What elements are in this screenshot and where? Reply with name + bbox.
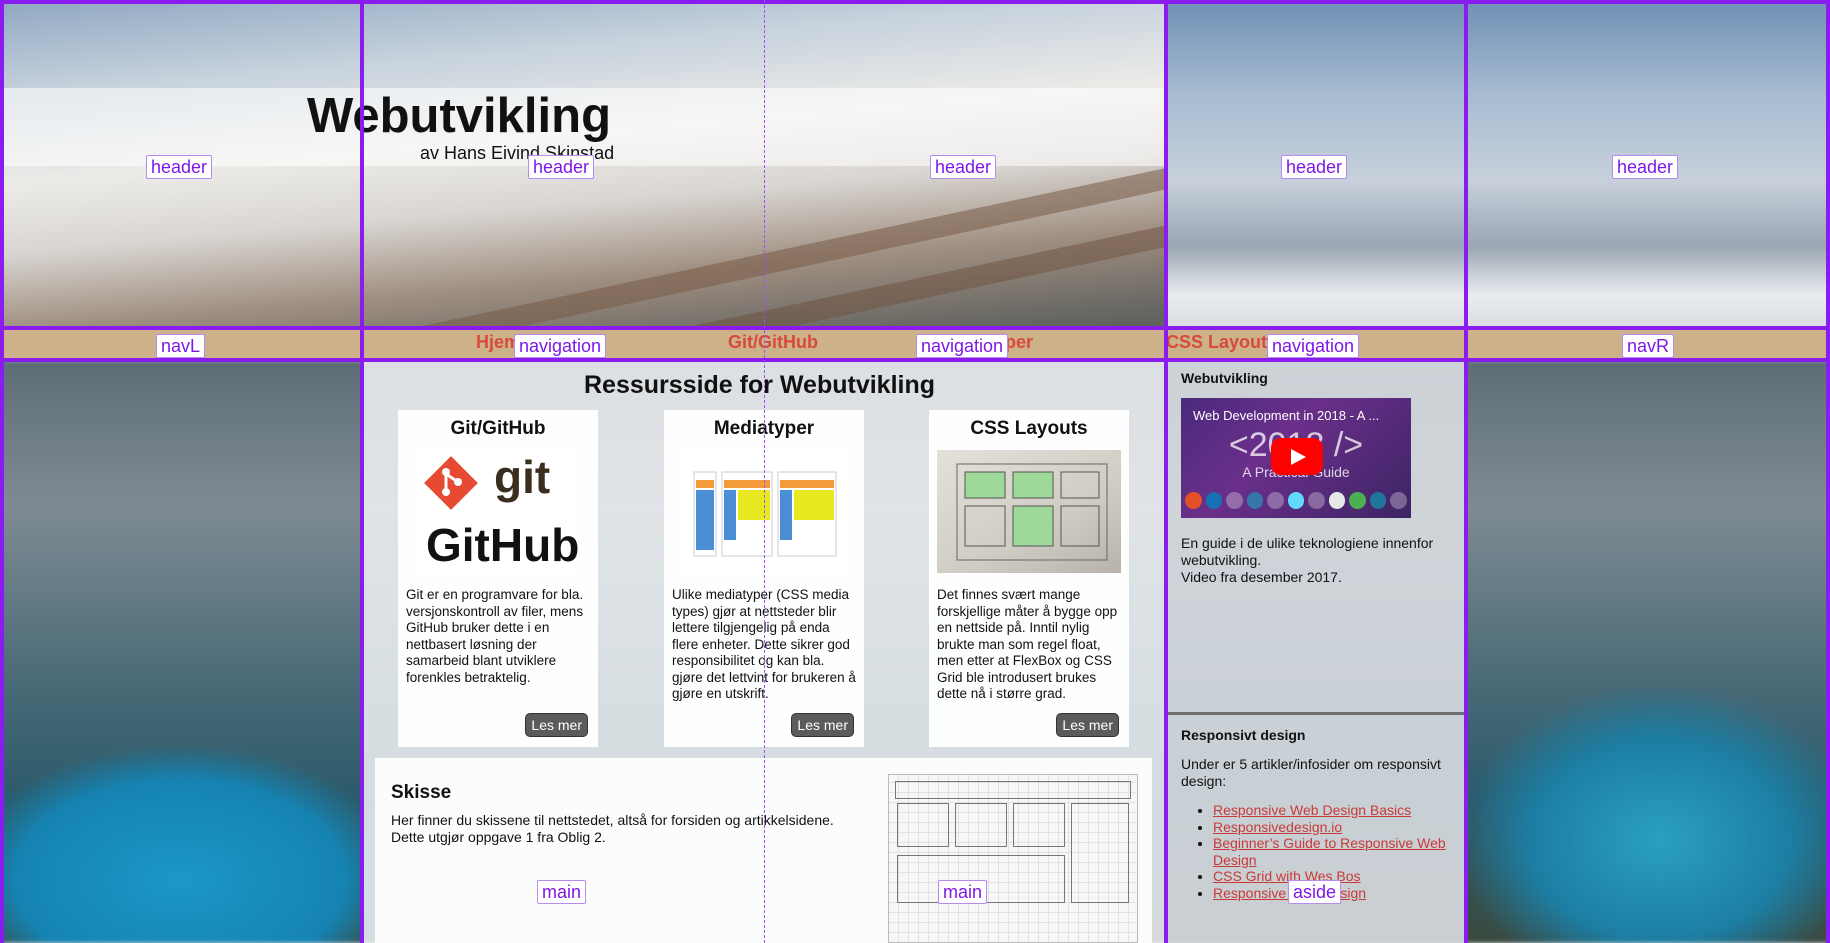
list-item: Responsivedesign.io (1213, 819, 1463, 836)
grid-label-navl: navL (156, 334, 206, 358)
technology-icons (1185, 492, 1408, 510)
grid-label-header: header (1281, 155, 1348, 179)
grid-line (0, 326, 1830, 330)
play-icon[interactable] (1271, 438, 1323, 475)
card-text: Git er en programvare for bla. versjonsk… (406, 587, 584, 685)
video-title: Web Development in 2018 - A ... (1193, 408, 1380, 423)
git-github-logo: git GitHub (418, 450, 580, 573)
aside-divider (1168, 712, 1465, 715)
card-css-layouts: CSS Layouts Det finnes svært mange forsk… (929, 410, 1129, 747)
grid-label-main: main (537, 880, 587, 904)
navigation-bar (0, 330, 1830, 359)
grid-label-navr: navR (1622, 334, 1675, 358)
grid-line (1164, 0, 1168, 943)
site-title: Webutvikling (307, 89, 612, 143)
css-layouts-sketch-image (937, 450, 1121, 573)
sketch-text: Her finner du skissene til nettstedet, a… (391, 812, 834, 845)
read-more-button[interactable]: Les mer (1056, 713, 1119, 737)
youtube-video-embed[interactable]: Web Development in 2018 - A ... <2018 />… (1181, 398, 1411, 518)
aside-responsive-heading: Responsivt design (1181, 727, 1306, 743)
grid-label-navigation: navigation (916, 334, 1009, 358)
grid-label-aside: aside (1288, 880, 1342, 904)
grid-line (360, 0, 364, 943)
grid-label-header: header (146, 155, 213, 179)
main-title: Ressursside for Webutvikling (584, 371, 936, 399)
grid-center-line (764, 0, 765, 943)
grid-label-main: main (938, 880, 988, 904)
grid-label-header: header (528, 155, 595, 179)
grid-line (0, 358, 1830, 362)
github-wordmark: GitHub (426, 519, 580, 571)
read-more-button[interactable]: Les mer (525, 713, 588, 737)
grid-label-navigation: navigation (1267, 334, 1360, 358)
link-responsive-web-design-basics[interactable]: Responsive Web Design Basics (1213, 802, 1411, 818)
grid-line (0, 0, 1830, 4)
grid-label-header: header (930, 155, 997, 179)
nav-link-git-github[interactable]: Git/GitHub (728, 332, 818, 353)
list-item: Responsive Web Design Basics (1213, 802, 1463, 819)
link-responsivedesign-io[interactable]: Responsivedesign.io (1213, 819, 1342, 835)
card-git-github: Git/GitHub git GitHub Git er en programv… (398, 410, 598, 747)
grid-line (1826, 0, 1830, 943)
sketch-image (888, 774, 1138, 943)
aside-video-date: Video fra desember 2017. (1181, 569, 1342, 585)
aside-video-description: En guide i de ulike teknologiene innenfo… (1181, 535, 1434, 568)
card-text: Ulike mediatyper (CSS media types) gjør … (672, 587, 856, 701)
list-item: Beginner’s Guide to Responsive Web Desig… (1213, 835, 1463, 868)
link-beginners-guide[interactable]: Beginner’s Guide to Responsive Web Desig… (1213, 835, 1446, 868)
card-text: Det finnes svært mange forskjellige måte… (937, 587, 1118, 701)
card-title: CSS Layouts (970, 418, 1088, 439)
grid-label-navigation: navigation (514, 334, 607, 358)
git-wordmark: git (494, 451, 551, 503)
nav-link-css-layouts[interactable]: CSS Layouts (1166, 332, 1277, 353)
card-title: Git/GitHub (450, 418, 546, 439)
aside-video-heading: Webutvikling (1181, 370, 1268, 386)
grid-line (0, 0, 4, 943)
aside-responsive-text: Under er 5 artikler/infosider om respons… (1181, 756, 1441, 789)
read-more-button[interactable]: Les mer (791, 713, 854, 737)
grid-label-header: header (1612, 155, 1679, 179)
sketch-title: Skisse (391, 782, 452, 803)
grid-line (1464, 0, 1468, 943)
